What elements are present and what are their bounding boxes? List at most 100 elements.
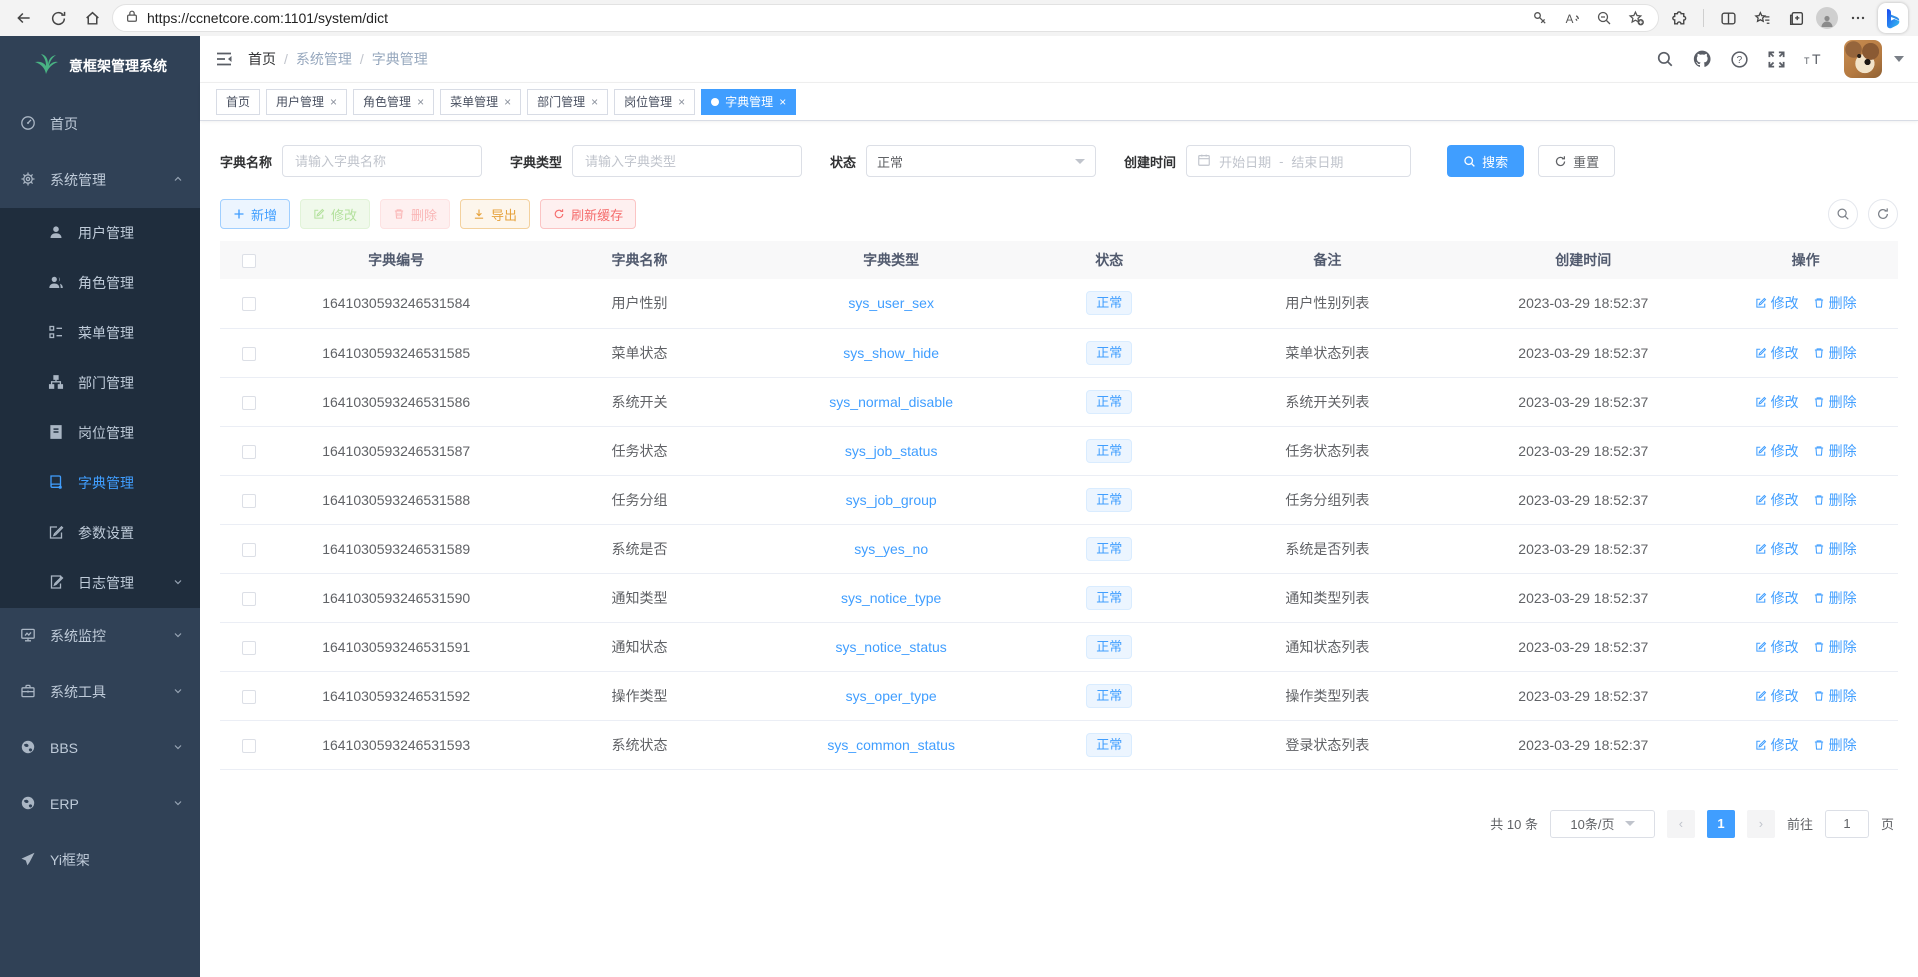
close-icon[interactable]: × xyxy=(504,95,511,109)
dict-type-link[interactable]: sys_show_hide xyxy=(843,345,939,361)
row-checkbox[interactable] xyxy=(242,445,256,459)
close-icon[interactable]: × xyxy=(591,95,598,109)
browser-profile-icon[interactable] xyxy=(1816,7,1838,29)
row-checkbox[interactable] xyxy=(242,347,256,361)
row-delete-link[interactable]: 删除 xyxy=(1813,686,1857,706)
row-checkbox[interactable] xyxy=(242,297,256,311)
row-checkbox[interactable] xyxy=(242,641,256,655)
row-checkbox[interactable] xyxy=(242,543,256,557)
row-edit-link[interactable]: 修改 xyxy=(1755,686,1799,706)
row-checkbox[interactable] xyxy=(242,592,256,606)
row-delete-link[interactable]: 删除 xyxy=(1813,539,1857,559)
settings-dots-icon[interactable] xyxy=(1844,4,1872,32)
refresh-table-icon[interactable] xyxy=(1868,199,1898,229)
home-icon[interactable] xyxy=(78,4,106,32)
row-delete-link[interactable]: 删除 xyxy=(1813,735,1857,755)
goto-page-input[interactable] xyxy=(1825,810,1869,838)
row-checkbox[interactable] xyxy=(242,494,256,508)
row-checkbox[interactable] xyxy=(242,396,256,410)
sidebar-item-tools[interactable]: 系统工具 xyxy=(0,664,200,720)
tab-menus[interactable]: 菜单管理× xyxy=(440,89,521,115)
password-key-icon[interactable] xyxy=(1526,4,1554,32)
row-edit-link[interactable]: 修改 xyxy=(1755,588,1799,608)
sidebar-item-posts[interactable]: 岗位管理 xyxy=(0,408,200,458)
sidebar-item-roles[interactable]: 角色管理 xyxy=(0,258,200,308)
delete-button[interactable]: 删除 xyxy=(380,199,450,229)
select-all-checkbox[interactable] xyxy=(242,254,256,268)
dict-type-link[interactable]: sys_notice_status xyxy=(836,639,947,655)
header-search-icon[interactable] xyxy=(1656,50,1674,68)
sidebar-item-logs[interactable]: 日志管理 xyxy=(0,558,200,608)
tab-users[interactable]: 用户管理× xyxy=(266,89,347,115)
extensions-icon[interactable] xyxy=(1665,4,1693,32)
row-edit-link[interactable]: 修改 xyxy=(1755,441,1799,461)
address-bar[interactable]: https://ccnetcore.com:1101/system/dict A xyxy=(112,4,1659,32)
sidebar-item-menus[interactable]: 菜单管理 xyxy=(0,308,200,358)
read-aloud-icon[interactable]: A xyxy=(1558,4,1586,32)
tab-departments[interactable]: 部门管理× xyxy=(527,89,608,115)
sidebar-item-bbs[interactable]: BBS xyxy=(0,720,200,776)
sidebar-item-departments[interactable]: 部门管理 xyxy=(0,358,200,408)
edit-button[interactable]: 修改 xyxy=(300,199,370,229)
date-range-picker[interactable]: 开始日期 - 结束日期 xyxy=(1186,145,1411,177)
status-select[interactable]: 正常 xyxy=(866,145,1096,177)
page-number-1[interactable]: 1 xyxy=(1707,810,1735,838)
sidebar-item-erp[interactable]: ERP xyxy=(0,776,200,832)
dict-type-link[interactable]: sys_yes_no xyxy=(854,541,928,557)
row-edit-link[interactable]: 修改 xyxy=(1755,392,1799,412)
reset-button[interactable]: 重置 xyxy=(1538,145,1615,177)
next-page-button[interactable]: › xyxy=(1747,810,1775,838)
page-size-select[interactable]: 10条/页 xyxy=(1550,810,1655,838)
dict-type-link[interactable]: sys_job_group xyxy=(846,492,937,508)
tab-home[interactable]: 首页 xyxy=(216,89,260,115)
url-text[interactable]: https://ccnetcore.com:1101/system/dict xyxy=(147,10,1518,26)
row-edit-link[interactable]: 修改 xyxy=(1755,637,1799,657)
fullscreen-icon[interactable] xyxy=(1767,50,1786,69)
bing-chat-icon[interactable] xyxy=(1878,3,1908,33)
dict-type-link[interactable]: sys_normal_disable xyxy=(829,394,953,410)
dict-type-link[interactable]: sys_job_status xyxy=(845,443,938,459)
row-delete-link[interactable]: 删除 xyxy=(1813,343,1857,363)
row-delete-link[interactable]: 删除 xyxy=(1813,637,1857,657)
sidebar-item-yi-framework[interactable]: Yi框架 xyxy=(0,832,200,888)
close-icon[interactable]: × xyxy=(330,95,337,109)
close-icon[interactable]: × xyxy=(779,95,786,109)
dict-type-input[interactable] xyxy=(572,145,802,177)
sidebar-item-monitor[interactable]: 系统监控 xyxy=(0,608,200,664)
sidebar-item-system[interactable]: 系统管理 xyxy=(0,152,200,208)
github-icon[interactable] xyxy=(1692,49,1712,69)
dict-name-input[interactable] xyxy=(282,145,482,177)
close-icon[interactable]: × xyxy=(417,95,424,109)
search-button[interactable]: 搜索 xyxy=(1447,145,1524,177)
zoom-out-icon[interactable] xyxy=(1590,4,1618,32)
show-search-toggle-icon[interactable] xyxy=(1828,199,1858,229)
dict-type-link[interactable]: sys_notice_type xyxy=(841,590,941,606)
app-logo[interactable]: 意框架管理系统 xyxy=(0,36,200,96)
row-delete-link[interactable]: 删除 xyxy=(1813,293,1857,313)
dict-type-link[interactable]: sys_oper_type xyxy=(846,688,937,704)
row-edit-link[interactable]: 修改 xyxy=(1755,539,1799,559)
reload-icon[interactable] xyxy=(44,4,72,32)
row-delete-link[interactable]: 删除 xyxy=(1813,490,1857,510)
sidebar-item-home[interactable]: 首页 xyxy=(0,96,200,152)
tab-posts[interactable]: 岗位管理× xyxy=(614,89,695,115)
row-checkbox[interactable] xyxy=(242,739,256,753)
row-edit-link[interactable]: 修改 xyxy=(1755,343,1799,363)
row-edit-link[interactable]: 修改 xyxy=(1755,490,1799,510)
close-icon[interactable]: × xyxy=(678,95,685,109)
row-edit-link[interactable]: 修改 xyxy=(1755,735,1799,755)
export-button[interactable]: 导出 xyxy=(460,199,530,229)
prev-page-button[interactable]: ‹ xyxy=(1667,810,1695,838)
split-screen-icon[interactable] xyxy=(1714,4,1742,32)
sidebar-item-users[interactable]: 用户管理 xyxy=(0,208,200,258)
row-checkbox[interactable] xyxy=(242,690,256,704)
back-icon[interactable] xyxy=(10,4,38,32)
dict-type-link[interactable]: sys_common_status xyxy=(827,737,955,753)
sidebar-item-dict[interactable]: 字典管理 xyxy=(0,458,200,508)
dict-type-link[interactable]: sys_user_sex xyxy=(848,295,934,311)
row-delete-link[interactable]: 删除 xyxy=(1813,588,1857,608)
row-delete-link[interactable]: 删除 xyxy=(1813,392,1857,412)
breadcrumb-home[interactable]: 首页 xyxy=(248,49,276,69)
tab-dict[interactable]: 字典管理× xyxy=(701,89,796,115)
sidebar-item-params[interactable]: 参数设置 xyxy=(0,508,200,558)
